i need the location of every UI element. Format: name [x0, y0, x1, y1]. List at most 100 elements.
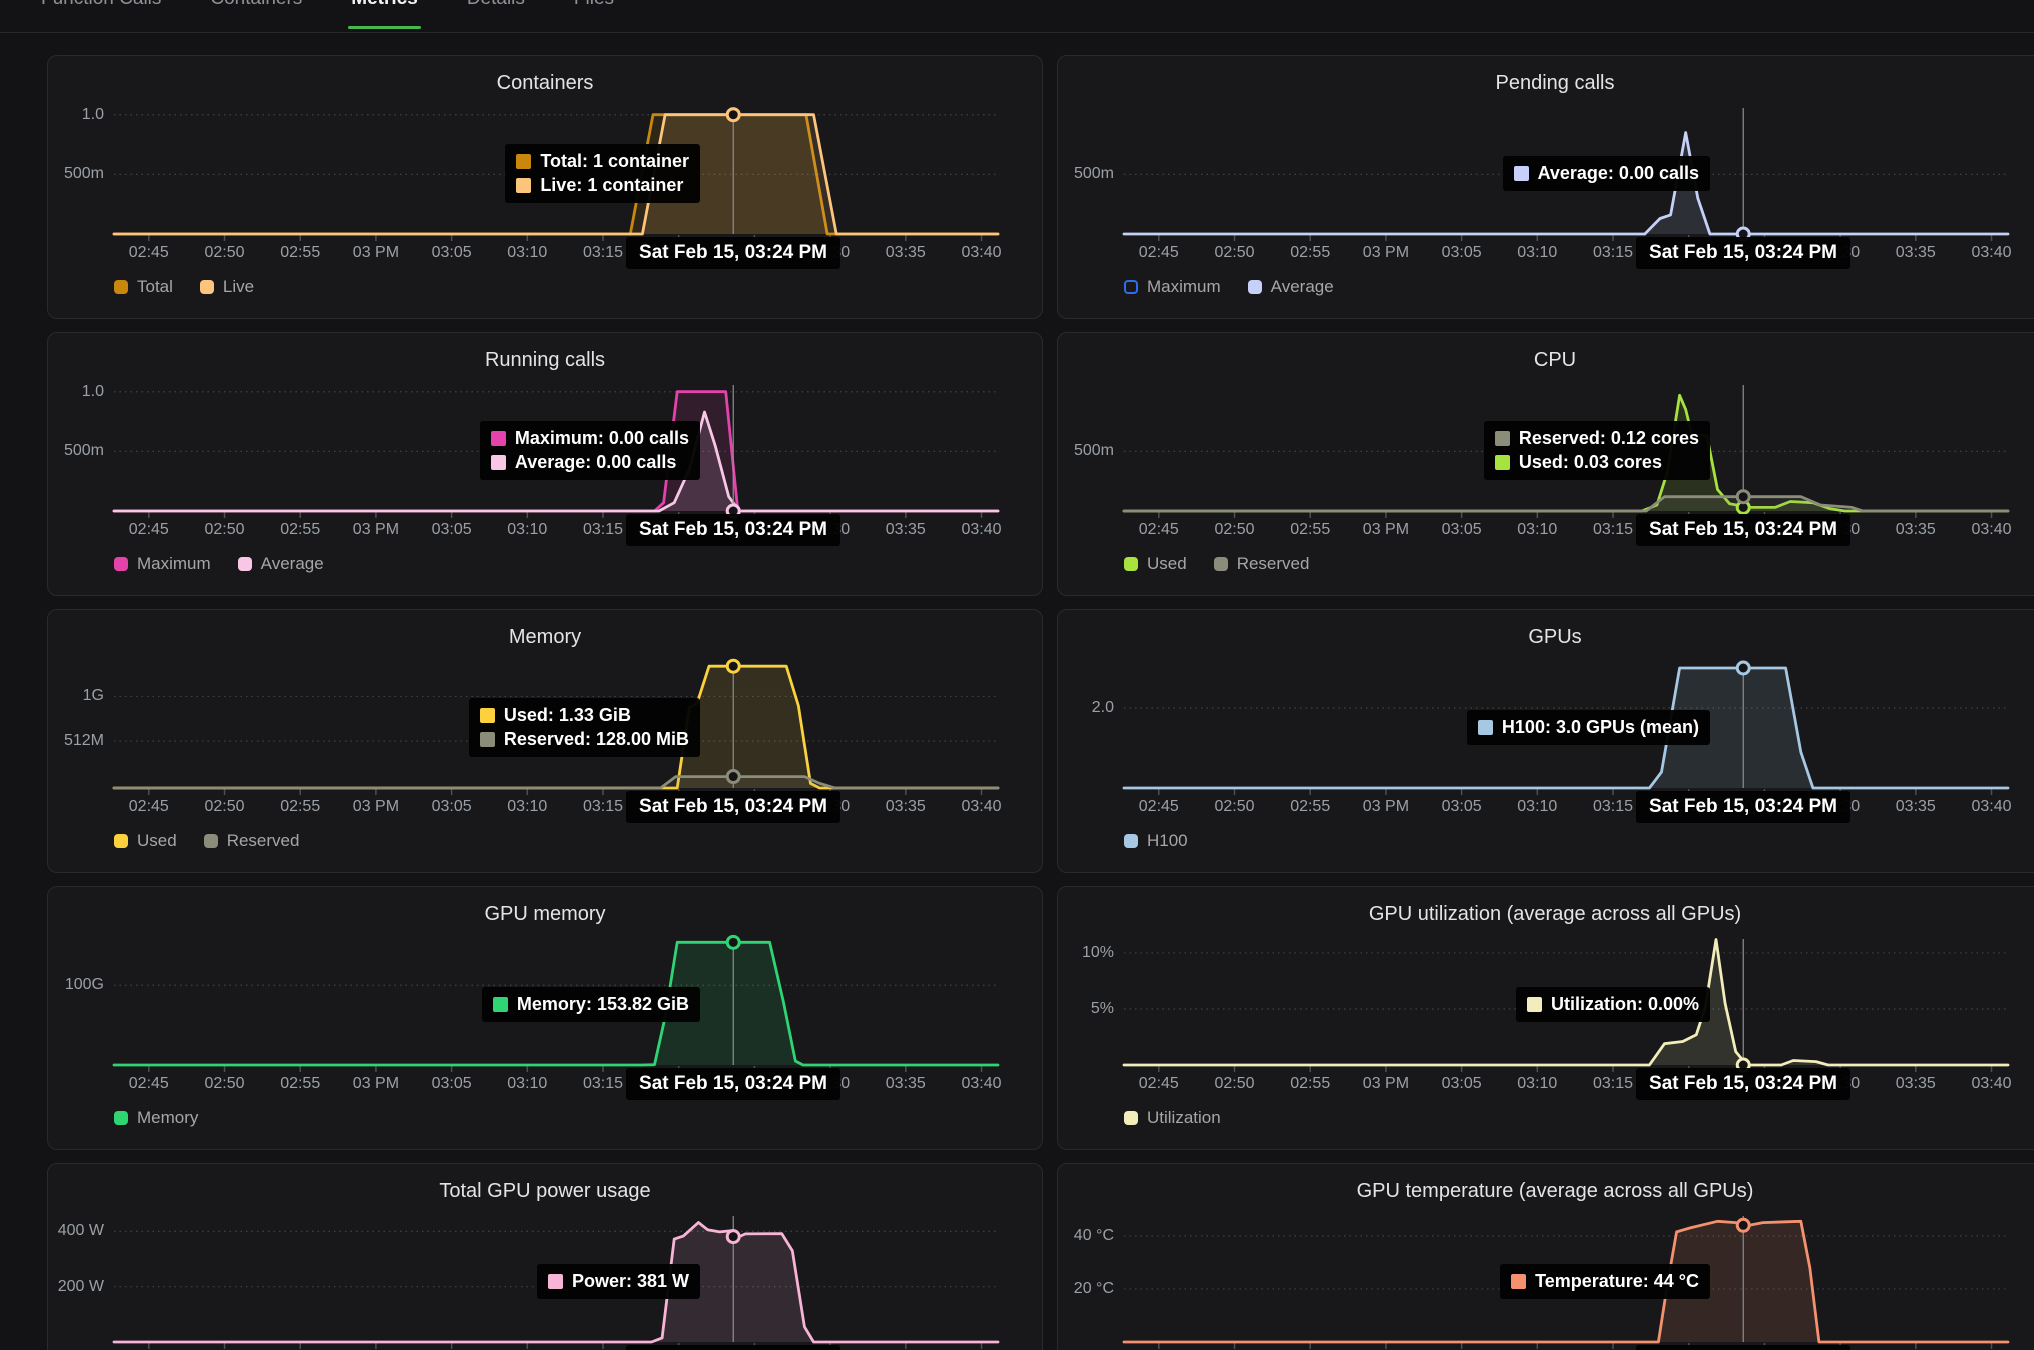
tab-metrics[interactable]: Metrics — [351, 0, 418, 10]
legend-label: Maximum — [137, 554, 211, 574]
legend-item-reserved[interactable]: Reserved — [204, 831, 300, 851]
x-axis-label: 02:45 — [1117, 798, 1201, 816]
x-axis-label: 02:55 — [1268, 1075, 1352, 1093]
legend-item-maximum[interactable]: Maximum — [114, 554, 211, 574]
chart-legend: Maximum Average — [114, 554, 324, 574]
tooltip-text: Used: 1.33 GiB — [504, 705, 631, 726]
x-axis-label: 02:50 — [1193, 521, 1277, 539]
chart-legend: Used Reserved — [114, 831, 299, 851]
legend-item-utilization[interactable]: Utilization — [1124, 1108, 1221, 1128]
tooltip-row: Utilization: 0.00% — [1527, 994, 1699, 1015]
tooltip-row: Temperature: 44 °C — [1511, 1271, 1699, 1292]
cursor-marker-live — [727, 109, 739, 121]
legend-swatch — [114, 834, 128, 848]
value-tooltip: Used: 1.33 GiBReserved: 128.00 MiB — [469, 698, 700, 757]
tab-containers[interactable]: Containers — [210, 0, 302, 10]
metrics-dashboard-page: Function Calls Containers Metrics Detail… — [0, 0, 2034, 1350]
x-axis-label: 02:45 — [107, 244, 191, 262]
legend-item-live[interactable]: Live — [200, 277, 254, 297]
x-axis-label: 03 PM — [334, 1075, 418, 1093]
legend-item-h100[interactable]: H100 — [1124, 831, 1188, 851]
x-axis-label: 03:05 — [1420, 244, 1504, 262]
tooltip-row: H100: 3.0 GPUs (mean) — [1478, 717, 1699, 738]
x-axis-label: 03:35 — [864, 244, 948, 262]
x-axis-label: 03:10 — [485, 798, 569, 816]
x-axis-label: 02:50 — [1193, 244, 1277, 262]
tooltip-swatch — [491, 431, 506, 446]
tab-function-calls[interactable]: Function Calls — [41, 0, 161, 10]
legend-item-maximum[interactable]: Maximum — [1124, 277, 1221, 297]
chart-canvas-gpu-power[interactable] — [48, 1164, 1044, 1350]
x-axis-label: 03:40 — [940, 1075, 1024, 1093]
legend-swatch — [1124, 834, 1138, 848]
legend-swatch — [114, 557, 128, 571]
date-tooltip: Sat Feb 15, 03:24 PM — [1636, 1345, 1850, 1350]
legend-swatch — [114, 280, 128, 294]
tooltip-row: Reserved: 0.12 cores — [1495, 428, 1699, 449]
legend-label: Used — [137, 831, 177, 851]
legend-label: Reserved — [1237, 554, 1310, 574]
legend-item-average[interactable]: Average — [1248, 277, 1334, 297]
x-axis-label: 02:50 — [183, 798, 267, 816]
legend-swatch — [1124, 1111, 1138, 1125]
metric-card-gpu-power: Total GPU power usage400 W200 W02:4502:5… — [47, 1163, 1043, 1350]
series-area-reserved — [114, 777, 998, 788]
x-axis-label: 02:55 — [1268, 244, 1352, 262]
tab-details[interactable]: Details — [467, 0, 525, 10]
x-axis-label: 03 PM — [1344, 244, 1428, 262]
x-axis-label: 03:05 — [410, 798, 494, 816]
tab-bar: Function Calls Containers Metrics Detail… — [0, 0, 2034, 33]
legend-item-reserved[interactable]: Reserved — [1214, 554, 1310, 574]
tooltip-swatch — [516, 154, 531, 169]
x-axis-label: 03:05 — [410, 521, 494, 539]
x-axis-label: 03:10 — [1495, 244, 1579, 262]
x-axis-label: 02:55 — [1268, 798, 1352, 816]
legend-item-total[interactable]: Total — [114, 277, 173, 297]
x-axis-label: 03:10 — [485, 244, 569, 262]
x-axis-label: 02:45 — [1117, 1075, 1201, 1093]
value-tooltip: Memory: 153.82 GiB — [482, 987, 700, 1022]
x-axis-label: 02:50 — [183, 521, 267, 539]
tooltip-row: Used: 0.03 cores — [1495, 452, 1699, 473]
x-axis-label: 02:45 — [1117, 244, 1201, 262]
legend-label: Average — [1271, 277, 1334, 297]
x-axis-label: 02:50 — [1193, 798, 1277, 816]
tabs: Function Calls Containers Metrics Detail… — [41, 0, 614, 10]
x-axis-label: 03:05 — [1420, 1075, 1504, 1093]
series-line-reserved — [1124, 497, 2008, 511]
legend-item-average[interactable]: Average — [238, 554, 324, 574]
x-axis-label: 03:35 — [1874, 1075, 1958, 1093]
x-axis-label: 03:10 — [1495, 798, 1579, 816]
metric-card-gpu-temperature: GPU temperature (average across all GPUs… — [1057, 1163, 2034, 1350]
cursor-marker-used — [727, 660, 739, 672]
legend-item-memory[interactable]: Memory — [114, 1108, 198, 1128]
tab-files[interactable]: Files — [574, 0, 614, 10]
legend-label: Average — [261, 554, 324, 574]
x-axis-label: 03:10 — [1495, 1075, 1579, 1093]
tooltip-text: H100: 3.0 GPUs (mean) — [1502, 717, 1699, 738]
value-tooltip: Temperature: 44 °C — [1500, 1264, 1710, 1299]
x-axis-label: 03:35 — [864, 1075, 948, 1093]
chart-legend: Utilization — [1124, 1108, 1221, 1128]
date-tooltip: Sat Feb 15, 03:24 PM — [626, 237, 840, 269]
legend-swatch — [1124, 280, 1138, 294]
tooltip-swatch — [480, 732, 495, 747]
date-tooltip: Sat Feb 15, 03:24 PM — [626, 791, 840, 823]
x-axis-label: 03:10 — [485, 1075, 569, 1093]
legend-item-used[interactable]: Used — [114, 831, 177, 851]
cursor-marker-memory — [727, 936, 739, 948]
x-axis-label: 03 PM — [334, 798, 418, 816]
x-axis-label: 02:55 — [258, 244, 342, 262]
charts-grid: Containers1.0500m02:4502:5002:5503 PM03:… — [47, 55, 2034, 1350]
tooltip-swatch — [548, 1274, 563, 1289]
x-axis-label: 03 PM — [1344, 1075, 1428, 1093]
metric-card-gpus: GPUs2.002:4502:5002:5503 PM03:0503:1003:… — [1057, 609, 2034, 873]
legend-swatch — [1214, 557, 1228, 571]
chart-canvas-gpu-temperature[interactable] — [1058, 1164, 2034, 1350]
x-axis-label: 03:05 — [1420, 521, 1504, 539]
x-axis-label: 03 PM — [334, 244, 418, 262]
value-tooltip: H100: 3.0 GPUs (mean) — [1467, 710, 1710, 745]
legend-item-used[interactable]: Used — [1124, 554, 1187, 574]
tooltip-text: Utilization: 0.00% — [1551, 994, 1699, 1015]
x-axis-label: 02:55 — [258, 798, 342, 816]
